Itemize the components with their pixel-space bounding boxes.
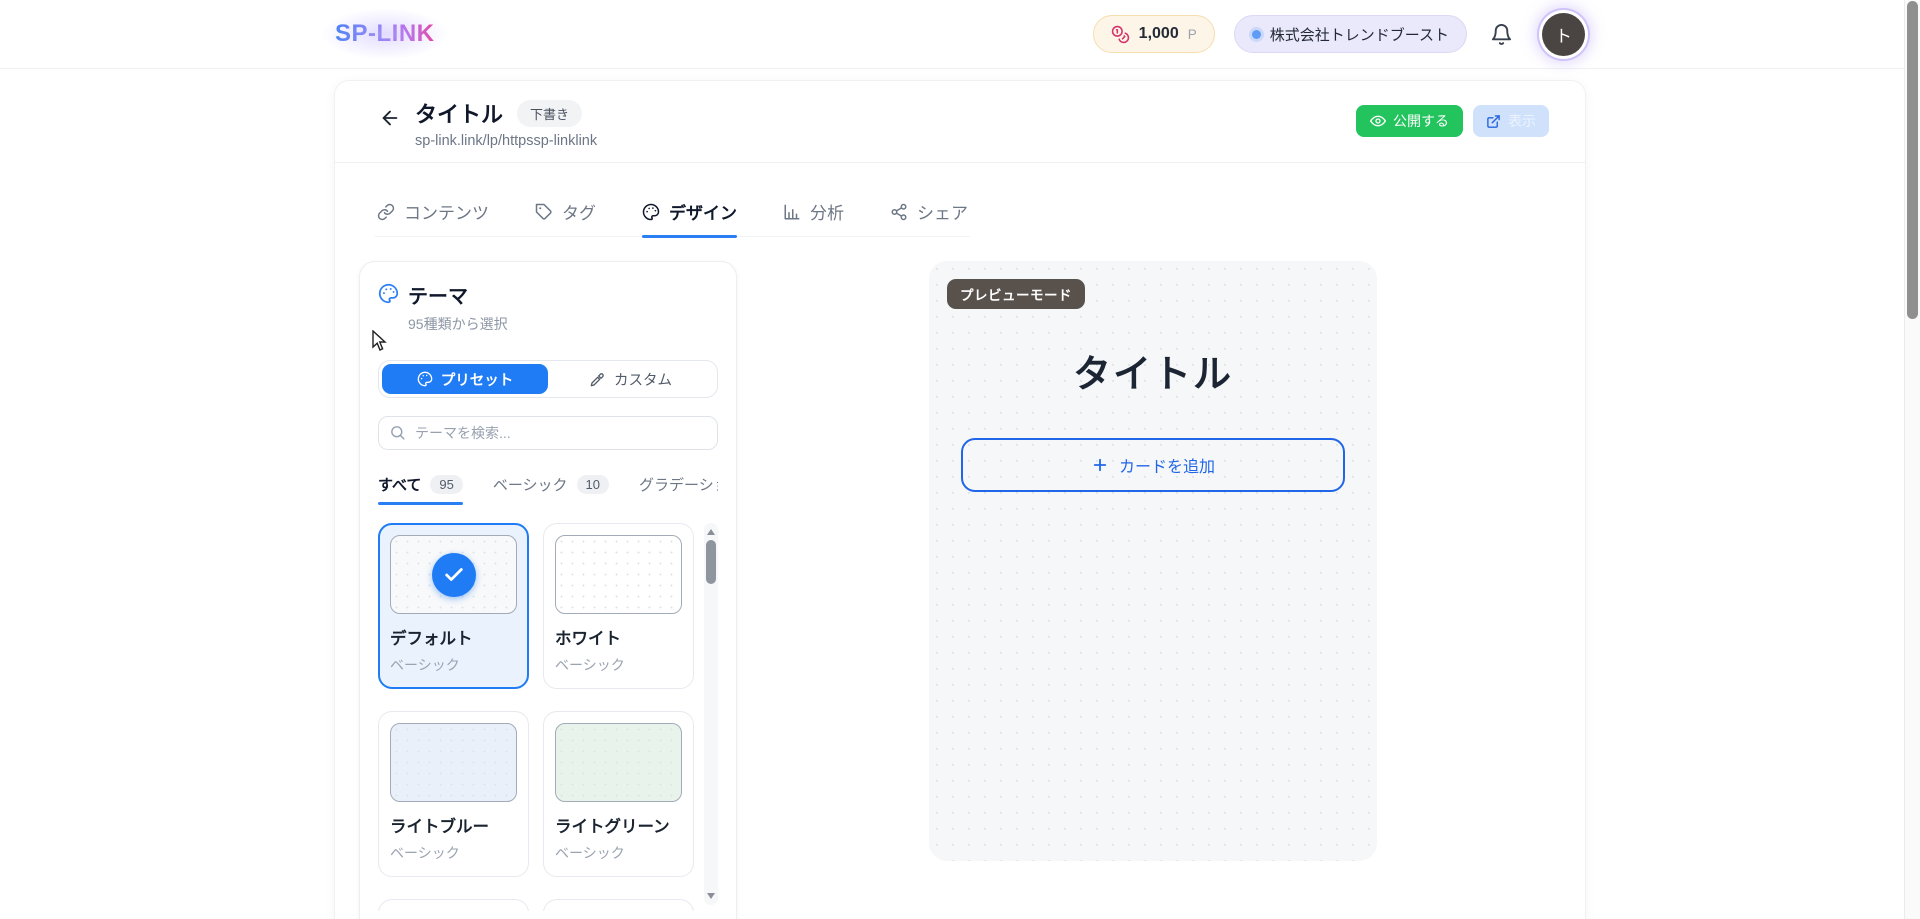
theme-swatch [555,723,682,802]
palette-icon [642,203,660,221]
theme-card[interactable] [378,899,529,911]
eye-icon [1370,113,1386,129]
notifications-button[interactable] [1486,19,1517,50]
search-icon [389,424,406,441]
tab-bar: コンテンツ タグ デザイン 分析 シェア [375,199,970,237]
main-content: タイトル 下書き sp-link.link/lp/httpssp-linklin… [335,81,1585,919]
arrow-left-icon [379,107,401,129]
preview-title: タイトル [1073,343,1233,398]
theme-card-white[interactable]: ホワイト ベーシック [543,523,694,689]
tag-icon [535,203,553,221]
theme-name: ライトブルー [390,813,517,837]
theme-card-default[interactable]: デフォルト ベーシック [378,523,529,689]
filter-gradient[interactable]: グラデーション [639,474,718,505]
theme-search-input[interactable] [378,416,718,450]
theme-grid: デフォルト ベーシック ホワイト ベーシック ライトブルー ベーシック [378,523,718,911]
tab-design[interactable]: デザイン [642,199,737,236]
selected-check-icon [432,553,476,597]
theme-grid-scrollbar[interactable] [704,523,718,905]
points-unit: P [1188,27,1197,42]
chart-icon [783,203,801,221]
page-scrollbar-thumb[interactable] [1907,1,1918,319]
scroll-down-icon[interactable] [704,889,718,903]
mode-switcher: プリセット カスタム [378,360,718,398]
coins-icon [1111,25,1130,44]
tab-contents[interactable]: コンテンツ [377,199,489,236]
scrollbar-thumb[interactable] [706,540,716,584]
theme-card[interactable] [543,899,694,911]
theme-name: ライトグリーン [555,813,682,837]
tab-share[interactable]: シェア [890,199,968,236]
theme-panel-title: テーマ [408,280,508,309]
theme-panel-subtitle: 95種類から選択 [408,314,508,334]
view-button[interactable]: 表示 [1473,105,1549,137]
filter-basic-count: 10 [577,475,609,494]
theme-name: ホワイト [555,625,682,649]
theme-category: ベーシック [555,843,682,863]
page-scrollbar[interactable] [1904,0,1920,919]
status-dot [1252,30,1261,39]
theme-panel: テーマ 95種類から選択 プリセット カスタム [359,261,737,919]
preview-panel: プレビューモード タイトル カードを追加 [929,261,1377,861]
theme-swatch [390,723,517,802]
palette-icon [417,371,433,387]
page-url[interactable]: sp-link.link/lp/httpssp-linklink [415,133,1356,149]
plus-icon [1091,456,1109,474]
share-icon [890,203,908,221]
filter-basic[interactable]: ベーシック 10 [493,474,609,505]
theme-swatch [390,535,517,614]
theme-card-lightgreen[interactable]: ライトグリーン ベーシック [543,711,694,877]
custom-mode-button[interactable]: カスタム [548,364,714,394]
scroll-up-icon[interactable] [704,525,718,539]
theme-filter-tabs: すべて 95 ベーシック 10 グラデーション [378,474,718,505]
theme-category: ベーシック [555,655,682,675]
tab-tags[interactable]: タグ [535,199,596,236]
add-card-button[interactable]: カードを追加 [961,438,1345,492]
preview-mode-badge: プレビューモード [947,279,1085,309]
company-badge[interactable]: 株式会社トレンドブースト [1234,15,1467,53]
theme-category: ベーシック [390,843,517,863]
points-value: 1,000 [1139,25,1179,43]
filter-all-count: 95 [430,475,462,494]
palette-icon [378,283,399,304]
external-link-icon [1486,114,1501,129]
eyedropper-icon [590,371,606,387]
company-name: 株式会社トレンドブースト [1270,24,1449,45]
app-logo[interactable]: SP-LINK [335,20,435,48]
tab-analytics[interactable]: 分析 [783,199,844,236]
back-button[interactable] [375,101,405,135]
link-icon [377,203,395,221]
status-badge: 下書き [517,100,582,127]
theme-swatch [555,535,682,614]
page-title: タイトル [415,97,503,129]
filter-all[interactable]: すべて 95 [378,474,463,505]
bell-icon [1490,23,1513,46]
top-header: SP-LINK 1,000 P 株式会社トレンドブースト ト [0,0,1920,69]
avatar-initial: ト [1555,22,1572,47]
theme-name: デフォルト [390,625,517,649]
page-title-bar: タイトル 下書き sp-link.link/lp/httpssp-linklin… [335,81,1585,163]
points-badge[interactable]: 1,000 P [1093,15,1215,53]
theme-category: ベーシック [390,655,517,675]
preset-mode-button[interactable]: プリセット [382,364,548,394]
theme-card-lightblue[interactable]: ライトブルー ベーシック [378,711,529,877]
avatar[interactable]: ト [1542,13,1585,56]
publish-button[interactable]: 公開する [1356,105,1463,137]
